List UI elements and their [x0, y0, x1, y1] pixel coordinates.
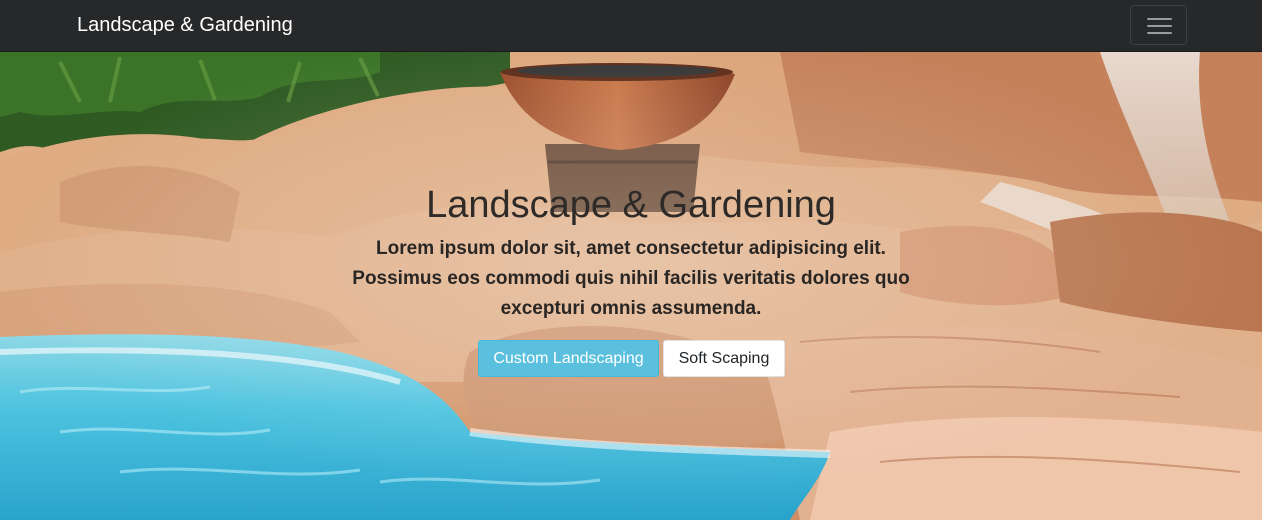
navbar-brand[interactable]: Landscape & Gardening: [77, 13, 293, 37]
soft-scaping-button[interactable]: Soft Scaping: [663, 340, 785, 377]
hero-lead-text: Lorem ipsum dolor sit, amet consectetur …: [352, 238, 910, 319]
navbar-toggler-button[interactable]: [1130, 5, 1187, 45]
hero-section: Landscape & Gardening Lorem ipsum dolor …: [0, 52, 1262, 520]
hamburger-menu-icon: [1147, 17, 1172, 35]
top-navbar: Landscape & Gardening: [0, 0, 1262, 52]
hero-title: Landscape & Gardening: [426, 184, 836, 226]
custom-landscaping-button[interactable]: Custom Landscaping: [478, 340, 659, 377]
